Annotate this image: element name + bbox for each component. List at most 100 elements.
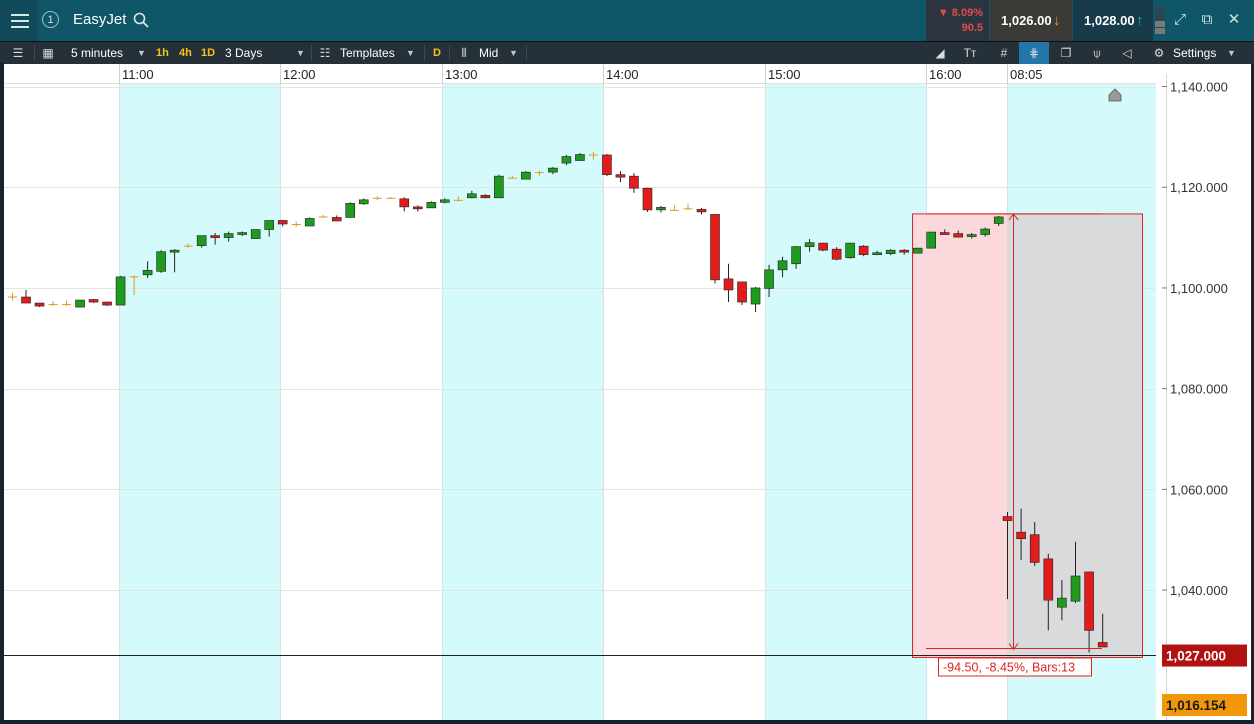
candle-body <box>399 198 410 208</box>
close-icon[interactable]: ✕ <box>1225 11 1243 29</box>
candle <box>845 242 855 259</box>
candle-body <box>885 249 896 255</box>
candle-body <box>791 246 801 265</box>
gear-icon[interactable]: ⚙ <box>1151 45 1167 61</box>
candle <box>34 302 45 308</box>
candle-body <box>912 247 923 254</box>
grid-icon[interactable]: # <box>996 45 1012 61</box>
buy-button[interactable]: 1,028.00 ↑ <box>1073 0 1153 41</box>
interval-select[interactable]: 5 minutes <box>71 42 123 64</box>
interval-4h-button[interactable]: 4h <box>179 42 192 64</box>
candle <box>858 245 869 257</box>
clone-icon[interactable]: ❐ <box>1058 45 1074 61</box>
price-type-select[interactable]: Mid <box>479 42 498 64</box>
candle <box>8 292 17 301</box>
interval-value: 5 minutes <box>71 46 124 60</box>
candle-body <box>304 218 315 227</box>
candle <box>818 242 828 252</box>
candle <box>926 231 936 249</box>
candle <box>426 201 437 209</box>
chevron-down-icon[interactable]: ▼ <box>137 42 146 64</box>
d-badge[interactable]: D <box>433 42 441 64</box>
candle-body <box>115 276 126 306</box>
candle-body <box>629 175 639 189</box>
period-select[interactable]: 3 Days <box>225 42 262 64</box>
expand-icon[interactable]: ⤢ <box>1171 11 1189 29</box>
candle-body <box>642 187 653 211</box>
settings-button[interactable]: Settings <box>1173 42 1216 64</box>
candle-body <box>34 302 45 307</box>
candle-body <box>102 301 112 306</box>
chevron-down-icon[interactable]: ▼ <box>509 42 518 64</box>
draw-line-icon[interactable]: ◢ <box>932 45 948 61</box>
hamburger-icon[interactable] <box>0 0 38 41</box>
time-label: 16:00 <box>929 67 962 82</box>
candle <box>331 215 342 222</box>
text-tool-icon[interactable]: Tт <box>962 45 978 61</box>
search-icon[interactable] <box>133 12 149 28</box>
candle-body <box>818 242 828 251</box>
time-label: 13:00 <box>445 67 478 82</box>
candle <box>75 299 85 308</box>
bid-price-label: 1,016.154 <box>1166 698 1227 713</box>
instrument-name[interactable]: EasyJet <box>73 11 126 28</box>
candle <box>88 299 99 304</box>
candle-body <box>764 269 774 289</box>
candle <box>115 275 126 306</box>
candle-body <box>345 203 356 218</box>
time-label: 08:05 <box>1010 67 1043 82</box>
candle-body <box>426 202 437 209</box>
candle <box>304 217 315 227</box>
interval-1d-button[interactable]: 1D <box>201 42 215 64</box>
chevron-down-icon[interactable]: ▼ <box>296 42 305 64</box>
candle-body <box>521 171 531 180</box>
popout-icon[interactable]: ⧉ <box>1198 11 1216 29</box>
candle-body <box>196 235 207 246</box>
price-tick-label: 1,120.000 <box>1170 180 1228 195</box>
crosshair-icon: ⋕ <box>1028 46 1040 60</box>
price-tick-label: 1,040.000 <box>1170 583 1228 598</box>
candle-body <box>548 167 558 173</box>
sell-price: 1,026.00 <box>1001 13 1052 28</box>
buy-price: 1,028.00 <box>1084 13 1135 28</box>
candlestick-icon[interactable]: ⫴ <box>456 45 472 61</box>
list-icon[interactable]: ☰ <box>10 45 26 61</box>
chevron-down-icon[interactable]: ▼ <box>406 42 415 64</box>
candle <box>683 203 693 210</box>
chart-svg[interactable]: 11:00 12:00 13:00 14:00 15:00 16:00 08:05 -94.… <box>4 64 1251 720</box>
candle-body <box>494 175 504 199</box>
tag-icon[interactable]: ◁ <box>1119 45 1135 61</box>
indicator-icon[interactable]: ⍦ <box>1089 45 1105 61</box>
candle <box>710 214 720 284</box>
chevron-down-icon[interactable]: ▼ <box>1227 42 1236 64</box>
candle <box>62 300 72 307</box>
up-arrow-icon: ↑ <box>1136 12 1144 29</box>
sell-button[interactable]: 1,026.00 ↓ <box>990 0 1072 41</box>
candle <box>291 221 301 228</box>
last-price-label: 1,027.000 <box>1166 649 1226 664</box>
candle-body <box>750 287 761 305</box>
candle <box>372 196 382 200</box>
layout-icon[interactable]: ▦ <box>40 45 56 61</box>
time-label: 14:00 <box>606 67 639 82</box>
interval-1h-button[interactable]: 1h <box>156 42 169 64</box>
candle-body <box>467 193 477 199</box>
candle-body <box>1029 534 1040 563</box>
candle-body <box>966 234 977 237</box>
templates-button[interactable]: Templates <box>340 42 395 64</box>
candle <box>602 153 612 177</box>
axis-top-mask <box>1156 64 1251 74</box>
candle-body <box>1097 642 1108 648</box>
candle <box>494 174 504 199</box>
candle <box>642 187 653 212</box>
candle-body <box>75 299 85 308</box>
candle <box>629 173 639 193</box>
link-group-button[interactable]: 1 <box>42 11 59 28</box>
candle-body <box>1057 597 1067 608</box>
candle-body <box>777 260 788 271</box>
candle-body <box>440 199 450 203</box>
price-chart[interactable]: 11:00 12:00 13:00 14:00 15:00 16:00 08:05 -94.… <box>4 64 1251 720</box>
candle-body <box>561 156 572 164</box>
candle <box>48 301 58 307</box>
candle-body <box>21 296 31 304</box>
